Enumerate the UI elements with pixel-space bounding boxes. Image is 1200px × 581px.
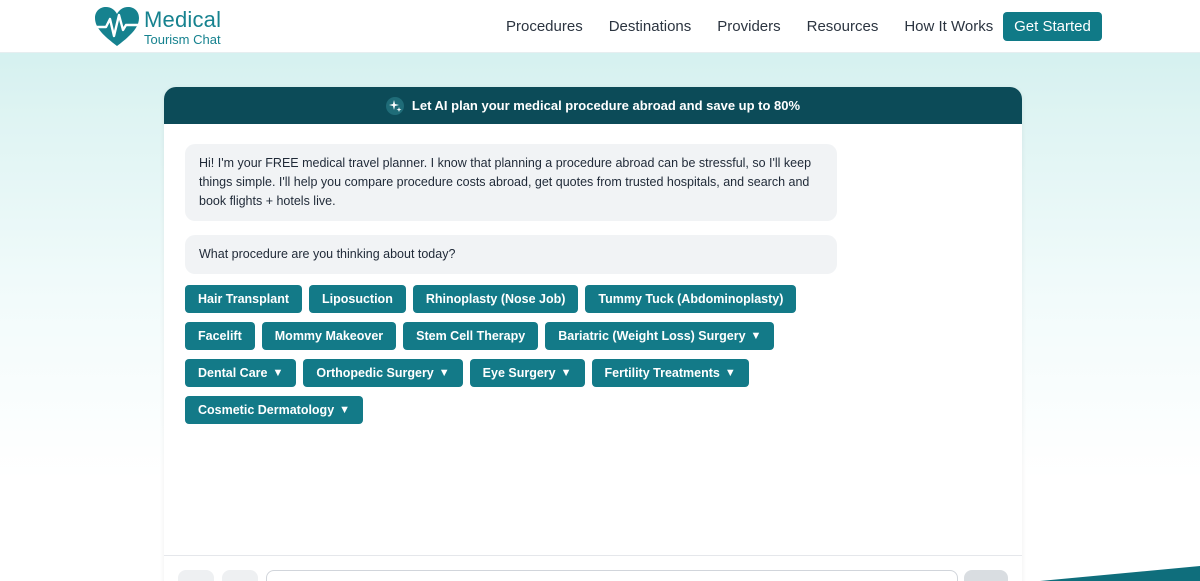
sparkle-icon [385,96,404,115]
chip-row: Hair Transplant Liposuction Rhinoplasty … [185,285,805,313]
chip-row: Cosmetic Dermatology ▼ [185,396,805,424]
chevron-down-icon: ▼ [438,367,450,379]
chip-cosmetic-dermatology[interactable]: Cosmetic Dermatology ▼ [185,396,364,424]
chat-banner: Let AI plan your medical procedure abroa… [164,87,1022,124]
nav-link-resources[interactable]: Resources [807,18,879,35]
chip-label: Eye Surgery [482,366,556,380]
logo-main-text: Medical [144,6,222,32]
chip-stem-cell-therapy[interactable]: Stem Cell Therapy [403,322,539,350]
chip-label: Tummy Tuck (Abdominoplasty) [598,292,784,306]
chevron-down-icon: ▼ [750,330,762,342]
nav-link-providers[interactable]: Providers [717,18,780,35]
chip-fertility-treatments[interactable]: Fertility Treatments ▼ [591,359,749,387]
chevron-down-icon: ▼ [339,404,351,416]
chat-input[interactable] [266,570,958,581]
logo-sub-text: Tourism Chat [144,31,221,47]
chip-label: Facelift [198,329,242,343]
chip-label: Cosmetic Dermatology [198,403,335,417]
nav-link-how-it-works[interactable]: How It Works [904,18,993,35]
chevron-down-icon: ▼ [724,367,736,379]
chip-orthopedic-surgery[interactable]: Orthopedic Surgery ▼ [303,359,463,387]
banner-text: Let AI plan your medical procedure abroa… [411,98,801,113]
chip-label: Dental Care [198,366,268,380]
site-header: Medical Tourism Chat Procedures Destinat… [0,0,1200,53]
chip-row: Dental Care ▼ Orthopedic Surgery ▼ Eye Sur… [185,359,805,387]
chip-tummy-tuck[interactable]: Tummy Tuck (Abdominoplasty) [585,285,797,313]
chevron-down-icon: ▼ [272,367,284,379]
chip-liposuction[interactable]: Liposuction [309,285,406,313]
send-button[interactable] [964,570,1008,581]
chip-rhinoplasty[interactable]: Rhinoplasty (Nose Job) [412,285,579,313]
voice-button[interactable] [222,570,258,581]
chip-dental-care[interactable]: Dental Care ▼ [185,359,297,387]
chip-label: Stem Cell Therapy [416,329,526,343]
chat-panel: Let AI plan your medical procedure abroa… [164,87,1022,581]
chip-mommy-makeover[interactable]: Mommy Makeover [261,322,397,350]
chat-composer [164,555,1022,581]
chip-row: Facelift Mommy Makeover Stem Cell Therap… [185,322,805,350]
assistant-message: What procedure are you thinking about to… [185,235,837,274]
get-started-button[interactable]: Get Started [1003,12,1102,41]
logo[interactable]: Medical Tourism Chat [94,6,221,48]
main-nav: Procedures Destinations Providers Resour… [493,0,1006,53]
assistant-message: Hi! I'm your FREE medical travel planner… [185,144,837,221]
chip-label: Fertility Treatments [604,366,720,380]
chip-hair-transplant[interactable]: Hair Transplant [185,285,302,313]
chevron-down-icon: ▼ [560,367,572,379]
chip-label: Mommy Makeover [274,329,384,343]
chip-eye-surgery[interactable]: Eye Surgery ▼ [469,359,585,387]
chip-label: Hair Transplant [198,292,289,306]
attach-button[interactable] [178,570,214,581]
logo-text: Medical Tourism Chat [144,6,222,47]
chip-bariatric-surgery[interactable]: Bariatric (Weight Loss) Surgery ▼ [545,322,775,350]
chip-label: Bariatric (Weight Loss) Surgery [558,329,746,343]
nav-link-procedures[interactable]: Procedures [506,18,583,35]
procedure-options: Hair Transplant Liposuction Rhinoplasty … [185,285,805,433]
chip-facelift[interactable]: Facelift [185,322,255,350]
chip-label: Liposuction [322,292,393,306]
nav-link-destinations[interactable]: Destinations [609,18,692,35]
chip-label: Orthopedic Surgery [316,366,434,380]
chip-label: Rhinoplasty (Nose Job) [425,292,566,306]
heart-pulse-logo-icon [94,7,140,46]
